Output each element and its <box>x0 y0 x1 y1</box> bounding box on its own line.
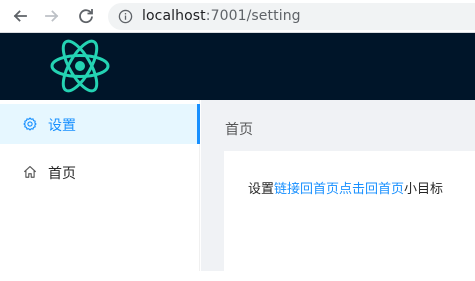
info-icon[interactable] <box>118 9 133 24</box>
sidebar-menu: 设置 首页 <box>0 100 200 271</box>
click-home-link[interactable]: 点击回首页 <box>339 182 404 197</box>
sidebar-item-settings[interactable]: 设置 <box>0 104 200 144</box>
content-card: 设置链接回首页点击回首页小目标 <box>224 151 475 281</box>
address-bar[interactable]: localhost:7001/setting <box>108 3 475 30</box>
home-icon <box>23 166 37 178</box>
url-text[interactable]: localhost:7001/setting <box>142 8 301 24</box>
sidebar-item-label: 首页 <box>48 166 76 182</box>
sidebar-item-home[interactable]: 首页 <box>0 152 200 192</box>
message-prefix: 设置 <box>248 182 275 197</box>
react-logo-icon[interactable] <box>48 37 112 95</box>
app-header <box>0 33 475 100</box>
gear-icon <box>23 117 37 131</box>
reload-icon[interactable] <box>76 6 96 26</box>
content-area: 首页 设置链接回首页点击回首页小目标 <box>201 100 475 281</box>
message-suffix: 小目标 <box>404 182 444 197</box>
card-message: 设置链接回首页点击回首页小目标 <box>248 178 443 197</box>
back-arrow-icon[interactable] <box>10 6 30 26</box>
url-path: :7001/setting <box>205 8 301 24</box>
browser-toolbar: localhost:7001/setting <box>0 0 475 33</box>
sidebar-item-label: 设置 <box>48 118 76 134</box>
url-host: localhost <box>142 8 206 24</box>
home-link[interactable]: 链接回首页 <box>274 182 339 197</box>
forward-arrow-icon[interactable] <box>42 6 62 26</box>
breadcrumb: 首页 <box>225 122 253 138</box>
